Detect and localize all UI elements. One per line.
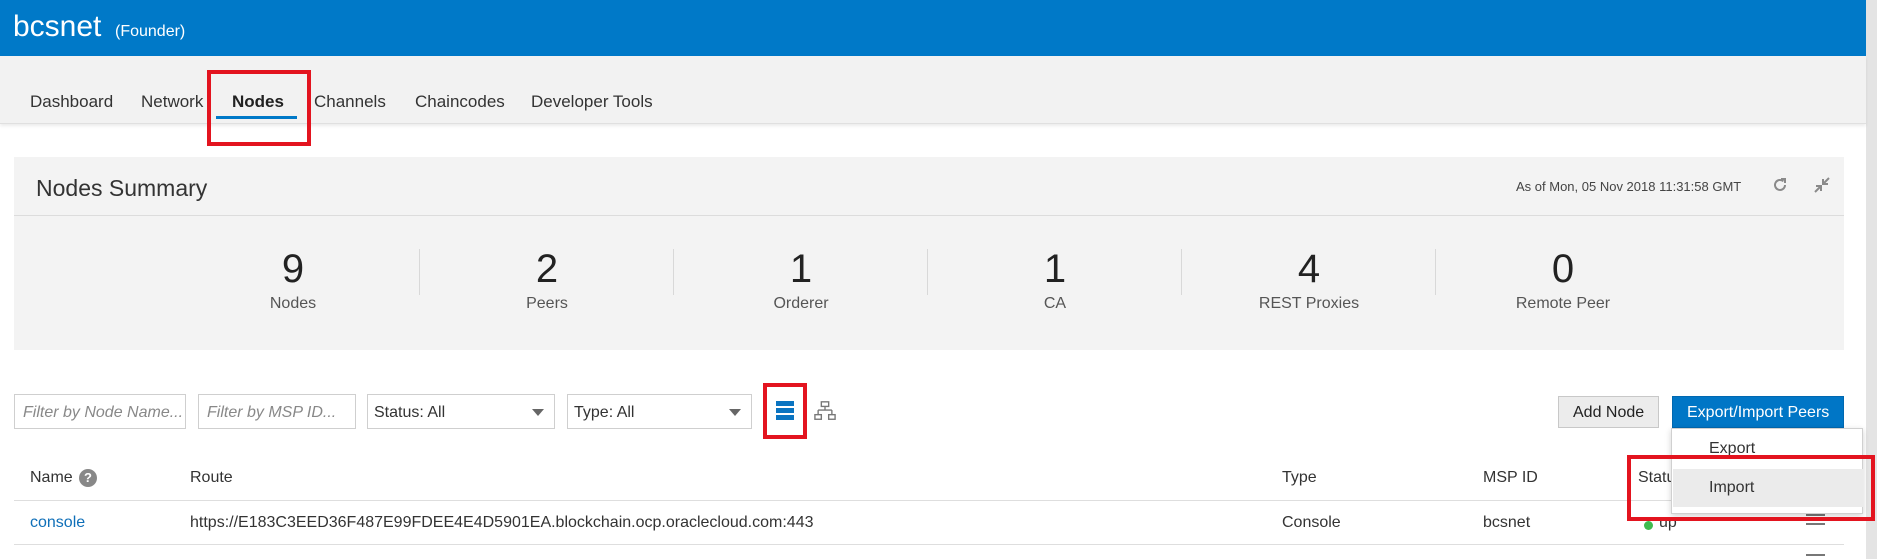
summary-timestamp: As of Mon, 05 Nov 2018 11:31:58 GMT [1516, 179, 1742, 194]
list-view-icon[interactable] [774, 400, 796, 422]
stat-label: Remote Peer [1515, 295, 1611, 312]
chevron-down-icon [729, 409, 741, 416]
stat-value: 2 [535, 247, 559, 291]
stat-remote-peer: 0 Remote Peer [1436, 249, 1690, 313]
stat-value: 4 [1297, 247, 1321, 291]
stat-nodes: 9 Nodes [166, 249, 420, 313]
status-filter-select[interactable]: Status: All [367, 394, 555, 429]
collapse-icon[interactable] [1811, 174, 1833, 196]
node-name-link[interactable]: console [30, 514, 85, 532]
node-status: up [1659, 514, 1677, 531]
node-type: Console [1282, 514, 1341, 531]
export-import-peers-button[interactable]: Export/Import Peers [1672, 396, 1845, 428]
help-icon[interactable]: ? [79, 469, 97, 487]
stat-label: Peers [526, 295, 568, 312]
table-header-divider [14, 500, 1844, 501]
network-role: (Founder) [115, 23, 186, 40]
status-up-icon [1644, 521, 1653, 530]
column-header-type[interactable]: Type [1282, 469, 1317, 487]
chevron-down-icon [532, 409, 544, 416]
window-scrollbar[interactable] [1866, 0, 1877, 559]
type-filter-value: Type: All [574, 404, 635, 421]
summary-title: Nodes Summary [36, 175, 208, 201]
nodes-summary-panel: Nodes Summary As of Mon, 05 Nov 2018 11:… [14, 157, 1844, 350]
status-filter-value: Status: All [374, 404, 446, 421]
app-header: bcsnet (Founder) [0, 0, 1866, 56]
main-nav: Dashboard Network Nodes Channels Chainco… [0, 56, 1866, 124]
network-name: bcsnet [13, 10, 102, 43]
stat-value: 1 [789, 247, 813, 291]
menu-item-export[interactable]: Export [1673, 430, 1863, 468]
stat-label: CA [1043, 295, 1067, 312]
stat-orderer: 1 Orderer [674, 249, 928, 313]
add-node-button[interactable]: Add Node [1558, 396, 1660, 428]
type-filter-select[interactable]: Type: All [567, 394, 752, 429]
tab-chaincodes[interactable]: Chaincodes [415, 92, 505, 112]
stat-peers: 2 Peers [420, 249, 674, 313]
tab-dashboard[interactable]: Dashboard [30, 92, 113, 112]
tab-developer-tools[interactable]: Developer Tools [531, 92, 653, 112]
stat-value: 0 [1551, 247, 1575, 291]
table-row-divider [14, 544, 1844, 545]
node-name-filter-input[interactable]: Filter by Node Name... [14, 394, 186, 429]
node-msp-id: bcsnet [1483, 514, 1531, 531]
summary-header: Nodes Summary As of Mon, 05 Nov 2018 11:… [14, 157, 1844, 216]
stat-value: 9 [281, 247, 305, 291]
tab-network[interactable]: Network [141, 92, 203, 112]
refresh-icon[interactable] [1769, 174, 1791, 196]
node-route: https://E183C3EED36F487E99FDEE4E4D5901EA… [190, 514, 814, 531]
stat-rest-proxies: 4 REST Proxies [1182, 249, 1436, 313]
column-header-msp-id[interactable]: MSP ID [1483, 469, 1538, 487]
menu-item-import[interactable]: Import [1673, 469, 1863, 507]
topology-view-icon[interactable] [814, 400, 836, 422]
column-header-route[interactable]: Route [190, 469, 233, 487]
column-header-name[interactable]: Name [30, 469, 73, 487]
stat-label: REST Proxies [1258, 295, 1360, 312]
row-actions-menu-icon[interactable] [1806, 514, 1825, 525]
export-import-menu: Export Import [1671, 428, 1863, 514]
stat-label: Orderer [773, 295, 829, 312]
stat-value: 1 [1043, 247, 1067, 291]
msp-id-filter-input[interactable]: Filter by MSP ID... [198, 394, 356, 429]
tab-nodes[interactable]: Nodes [232, 92, 284, 112]
stat-ca: 1 CA [928, 249, 1182, 313]
tab-channels[interactable]: Channels [314, 92, 386, 112]
stat-label: Nodes [269, 295, 317, 312]
row-actions-menu-icon[interactable] [1806, 554, 1825, 559]
column-header-status[interactable]: Statu [1638, 469, 1675, 487]
active-tab-indicator [216, 116, 297, 119]
